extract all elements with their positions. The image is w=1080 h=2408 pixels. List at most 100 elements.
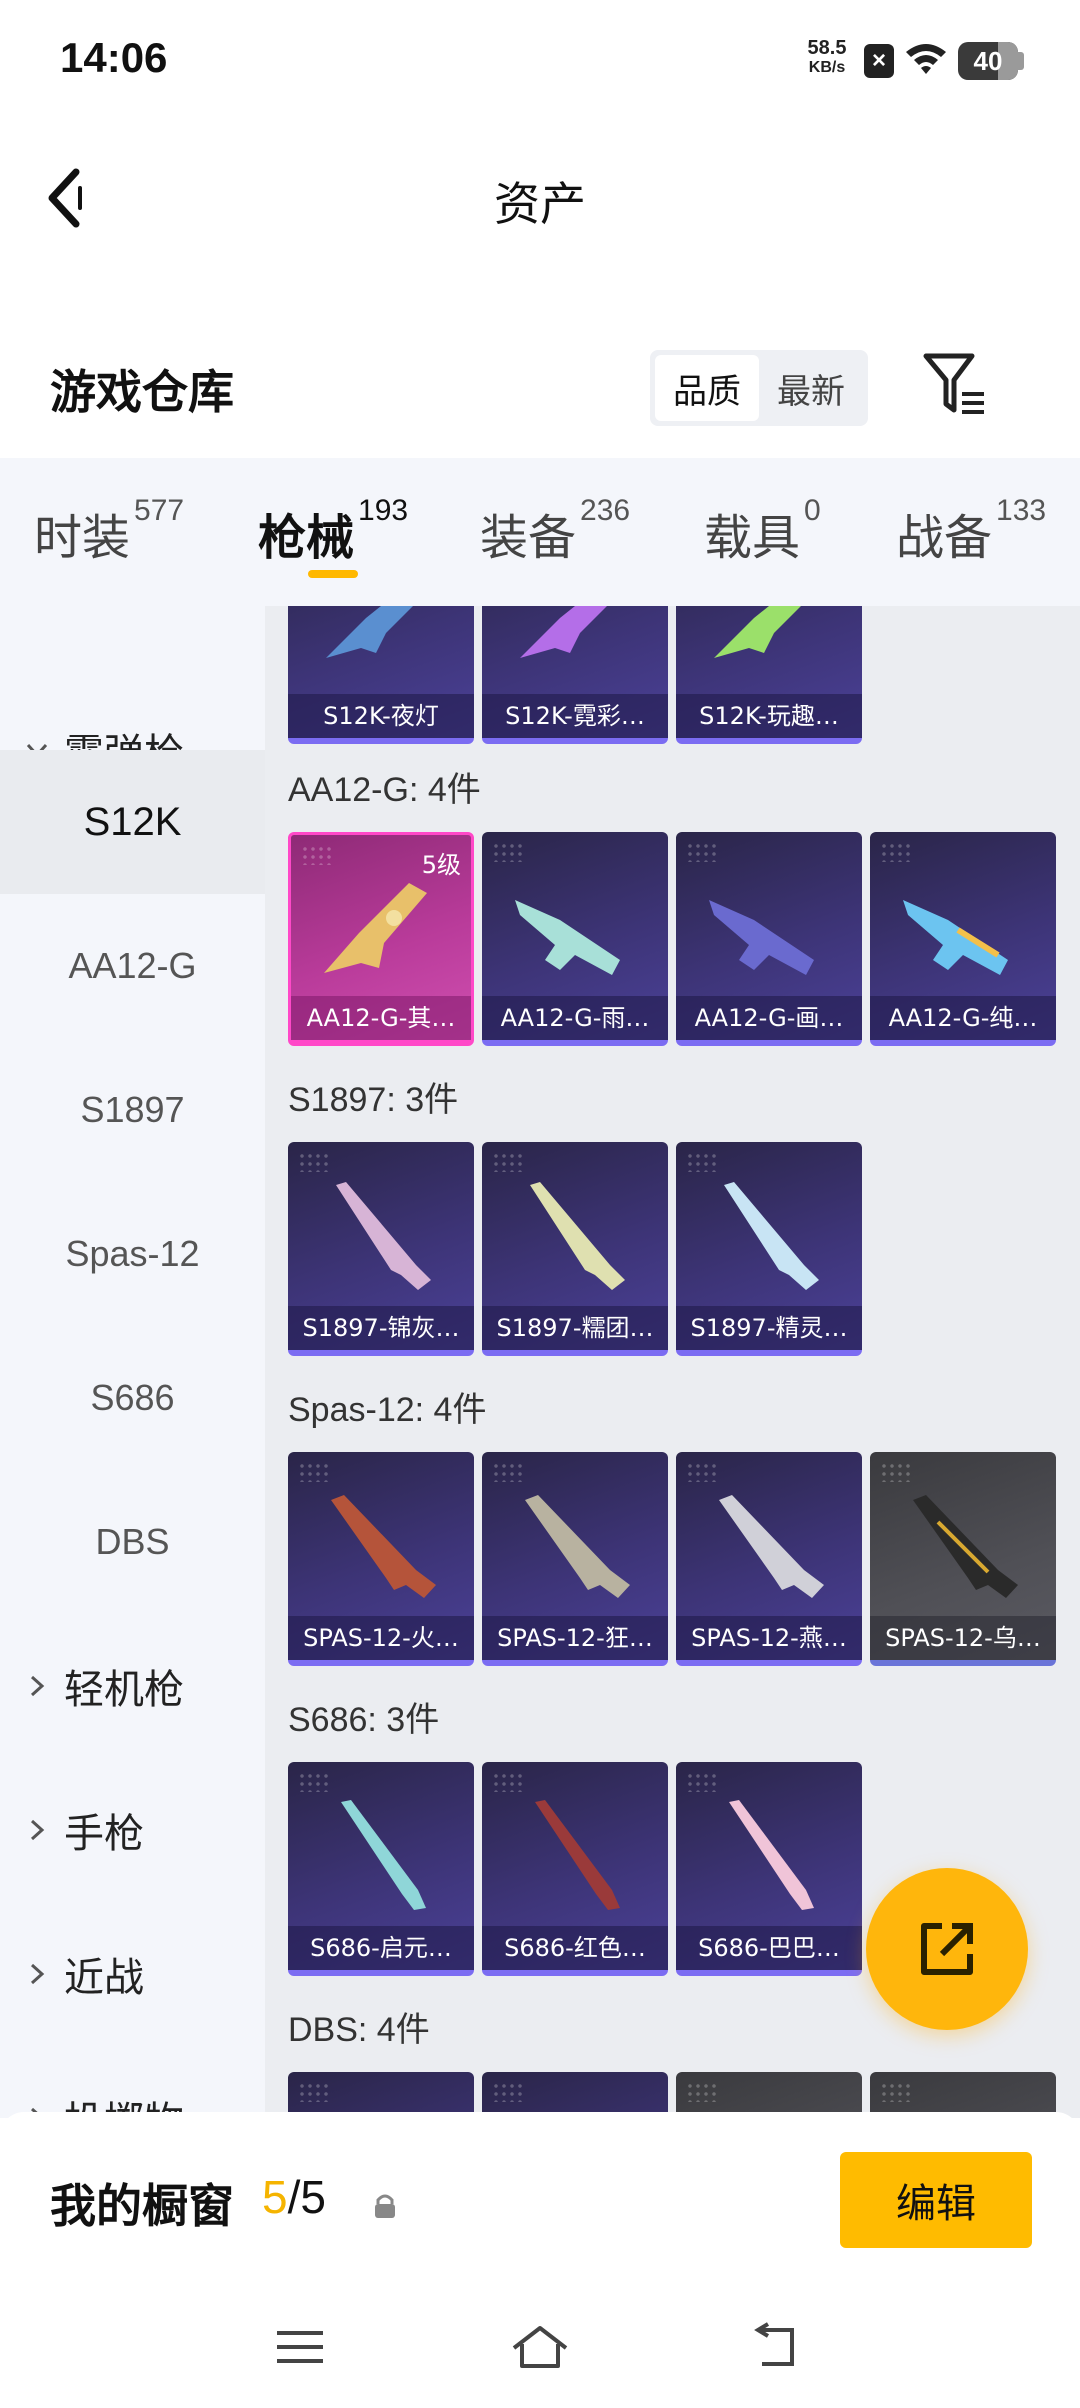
edit-button[interactable]: 编辑 [840, 2152, 1032, 2248]
item-name: S686-启元… [288, 1926, 474, 1970]
item-card[interactable]: S1897-精灵… [676, 1142, 862, 1356]
section-title: 游戏仓库 [50, 365, 234, 419]
sidebar-item-s686[interactable]: S686 [0, 1326, 265, 1470]
item-name: SPAS-12-狂… [482, 1616, 668, 1660]
item-name: AA12-G-画… [676, 996, 862, 1040]
group-label: S1897: 3件 [288, 1081, 459, 1119]
item-card[interactable]: S12K-夜灯 [288, 606, 474, 744]
gun-icon [903, 900, 1008, 975]
item-name: SPAS-12-燕… [676, 1616, 862, 1660]
gun-icon [331, 1495, 436, 1598]
chevron-right-icon [22, 1959, 52, 1989]
sidebar-item-dbs[interactable]: DBS [0, 1470, 265, 1614]
item-name: S12K-霓彩… [482, 694, 668, 738]
item-name: SPAS-12-乌… [870, 1616, 1056, 1660]
gun-icon [324, 883, 427, 973]
filter-icon[interactable] [920, 350, 990, 420]
item-name: S12K-夜灯 [288, 694, 474, 738]
group-label: AA12-G: 4件 [288, 771, 481, 809]
item-card[interactable]: AA12-G-纯… [870, 832, 1056, 1046]
network-speed: 58.5 KB/s [807, 37, 847, 76]
item-card[interactable]: SPAS-12-狂… [482, 1452, 668, 1666]
item-card[interactable]: S1897-锦灰… [288, 1142, 474, 1356]
battery-icon: 40 [958, 42, 1018, 80]
back-icon[interactable] [740, 2312, 820, 2382]
gun-icon [913, 1495, 1018, 1598]
sidebar-item-aa12g[interactable]: AA12-G [0, 894, 265, 1038]
item-card[interactable]: S686-巴巴… [676, 1762, 862, 1976]
sidebar-group-melee[interactable]: 近战 [0, 1902, 265, 2046]
item-name: S686-红色… [482, 1926, 668, 1970]
gun-icon [719, 1495, 824, 1598]
item-card[interactable]: S686-红色… [482, 1762, 668, 1976]
item-card[interactable]: S686-启元… [288, 1762, 474, 1976]
sort-by-newest[interactable]: 最新 [759, 355, 863, 421]
showcase-label: 我的橱窗 [50, 2179, 234, 2233]
item-card[interactable]: AA12-G-雨… [482, 832, 668, 1046]
tab-firearms[interactable]: 枪械 193 [258, 494, 408, 568]
active-tab-indicator [308, 570, 358, 578]
item-name: S12K-玩趣… [676, 694, 862, 738]
status-time: 14:06 [60, 34, 168, 81]
tab-supplies[interactable]: 战备 133 [896, 494, 1046, 568]
chevron-right-icon [22, 1671, 52, 1701]
gun-icon [729, 1800, 814, 1910]
status-bar: 14:06 58.5 KB/s × 40 [0, 0, 1080, 120]
gun-icon [709, 900, 814, 975]
item-name: SPAS-12-火… [288, 1616, 474, 1660]
gun-icon [336, 1182, 431, 1290]
item-card[interactable]: S12K-霓彩… [482, 606, 668, 744]
battery-tip [1018, 52, 1024, 70]
showcase-count: 5/5 [262, 2171, 326, 2223]
menu-icon[interactable] [260, 2312, 340, 2382]
sidebar-group-pistol[interactable]: 手枪 [0, 1758, 265, 1902]
gun-icon [515, 900, 620, 975]
gun-icon [525, 1495, 630, 1598]
item-card[interactable]: S12K-玩趣… [676, 606, 862, 744]
gun-icon [341, 1800, 426, 1910]
share-edit-button[interactable] [866, 1868, 1028, 2030]
system-nav-bar [0, 2292, 1080, 2408]
group-label: Spas-12: 4件 [288, 1391, 487, 1429]
chevron-right-icon [22, 1815, 52, 1845]
item-name: S1897-糯团… [482, 1306, 668, 1350]
lock-icon [375, 2194, 395, 2218]
gun-icon [326, 606, 413, 658]
sidebar-item-spas12[interactable]: Spas-12 [0, 1182, 265, 1326]
page-title: 资产 [494, 177, 586, 231]
group-label: S686: 3件 [288, 1701, 440, 1739]
group-label: DBS: 4件 [288, 2011, 430, 2049]
tab-vehicles[interactable]: 载具 0 [704, 494, 821, 568]
item-name: AA12-G-雨… [482, 996, 668, 1040]
sidebar-item-s12k[interactable]: S12K [0, 750, 265, 894]
item-name: AA12-G-纯… [870, 996, 1056, 1040]
item-card[interactable]: 5级 AA12-G-其… [288, 832, 474, 1046]
item-name: S1897-精灵… [676, 1306, 862, 1350]
share-edit-icon [921, 1923, 973, 1975]
item-card[interactable]: SPAS-12-火… [288, 1452, 474, 1666]
gun-icon [535, 1800, 620, 1910]
sidebar-item-s1897[interactable]: S1897 [0, 1038, 265, 1182]
home-icon[interactable] [500, 2312, 580, 2382]
sort-toggle: 品质 最新 [650, 350, 868, 426]
showcase-bar: 我的橱窗 5/5 编辑 [0, 2112, 1080, 2292]
gun-icon [530, 1182, 625, 1290]
item-card[interactable]: AA12-G-画… [676, 832, 862, 1046]
tab-fashion[interactable]: 时装 577 [34, 494, 184, 568]
gun-icon [714, 606, 801, 658]
sidebar-group-throwables[interactable]: 投掷物 [0, 2046, 265, 2118]
wifi-icon [906, 44, 946, 74]
item-card[interactable]: S1897-糯团… [482, 1142, 668, 1356]
gun-icon [724, 1182, 819, 1290]
item-name: S686-巴巴… [676, 1926, 862, 1970]
item-name: S1897-锦灰… [288, 1306, 474, 1350]
sidebar-group-lmg[interactable]: 轻机枪 [0, 1614, 265, 1758]
item-card[interactable]: SPAS-12-燕… [676, 1452, 862, 1666]
sort-by-quality[interactable]: 品质 [655, 355, 759, 421]
item-card[interactable]: SPAS-12-乌… [870, 1452, 1056, 1666]
item-name: AA12-G-其… [291, 996, 471, 1040]
gun-icon [520, 606, 607, 658]
tab-equipment[interactable]: 装备 236 [480, 494, 630, 568]
battery-level: 40 [973, 46, 1003, 76]
x-notification-icon: × [864, 44, 894, 78]
